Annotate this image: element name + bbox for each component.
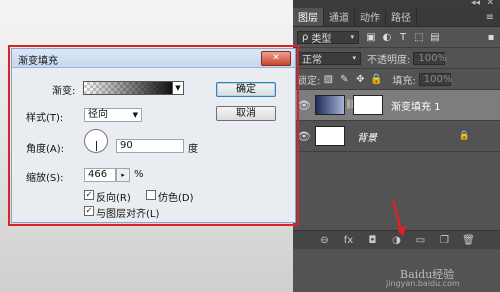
type-filter-icon[interactable]: T xyxy=(395,30,411,44)
scale-label: 缩放(S): xyxy=(26,173,64,184)
smart-object-filter-icon[interactable]: ▤ xyxy=(427,30,443,44)
reverse-label: 反向(R) xyxy=(96,193,131,204)
collapse-panel-icon[interactable]: ◂◂ xyxy=(471,0,480,8)
tab-paths[interactable]: 路径 xyxy=(386,8,417,26)
new-layer-icon[interactable]: ❐ xyxy=(437,235,453,246)
lock-paint-icon[interactable]: ✎ xyxy=(336,72,352,86)
blend-mode-select[interactable]: 正常 ▾ xyxy=(297,51,361,66)
opacity-label: 不透明度: xyxy=(367,54,411,66)
background-thumbnail xyxy=(315,126,345,146)
angle-label: 角度(A): xyxy=(26,144,65,155)
style-label: 样式(T): xyxy=(26,113,64,124)
scale-input[interactable]: 466 xyxy=(84,168,116,182)
layer-mask-thumbnail xyxy=(353,95,383,115)
checkmark-icon: ✓ xyxy=(85,206,93,215)
lock-move-icon[interactable]: ✥ xyxy=(352,72,368,86)
red-arrow-annotation xyxy=(391,199,406,237)
style-value: 径向 xyxy=(88,109,108,120)
lock-all-icon[interactable]: 🔒 xyxy=(368,72,384,86)
fill-value: 100% xyxy=(423,73,453,85)
tab-layers[interactable]: 图层 xyxy=(293,8,324,26)
tab-channels[interactable]: 通道 xyxy=(324,8,355,26)
style-select[interactable]: 径向 ▼ xyxy=(84,108,142,122)
filter-toggle-icon[interactable]: ▪ xyxy=(486,30,496,44)
search-icon: ρ xyxy=(302,31,309,43)
ok-button[interactable]: 确定 xyxy=(216,82,276,97)
layer-row-gradient-fill[interactable]: 👁 ⛓ 渐变填充 1 xyxy=(293,90,500,121)
gradient-fill-dialog: 渐变填充 ✕ 渐变: ▼ 样式(T): 径向 ▼ 角度(A): 90 度 缩放(… xyxy=(11,48,296,223)
layer-name: 渐变填充 1 xyxy=(391,101,441,113)
gradient-picker-chevron-icon[interactable]: ▼ xyxy=(172,81,184,95)
lock-row: 锁定: ▧ ✎ ✥ 🔒 填充: 100% xyxy=(293,69,500,90)
tab-actions[interactable]: 动作 xyxy=(355,8,386,26)
chevron-down-icon: ▾ xyxy=(350,33,354,41)
lock-transparent-icon[interactable]: ▧ xyxy=(320,72,336,86)
gradient-label: 渐变: xyxy=(52,86,76,97)
pixel-filter-icon[interactable]: ▣ xyxy=(363,30,379,44)
link-icon[interactable]: ⛓ xyxy=(345,100,356,110)
dialog-titlebar: 渐变填充 ✕ xyxy=(12,49,295,68)
close-panel-icon[interactable]: ✕ xyxy=(486,0,494,8)
align-with-layer-label: 与图层对齐(L) xyxy=(96,209,160,220)
fill-label: 填充: xyxy=(392,75,416,87)
adjustment-filter-icon[interactable]: ◐ xyxy=(379,30,395,44)
align-with-layer-checkbox[interactable]: ✓ xyxy=(84,206,94,216)
dither-label: 仿色(D) xyxy=(158,193,194,204)
scale-value: 466 xyxy=(88,169,108,180)
reverse-checkbox[interactable]: ✓ xyxy=(84,190,94,200)
layer-style-icon[interactable]: fx xyxy=(341,235,357,246)
lock-label: 锁定: xyxy=(297,75,321,87)
blend-mode-value: 正常 xyxy=(302,54,322,66)
cancel-button[interactable]: 取消 xyxy=(216,106,276,121)
dither-checkbox[interactable] xyxy=(146,190,156,200)
lock-icon: 🔒 xyxy=(458,131,470,141)
angle-value: 90 xyxy=(120,140,133,151)
angle-input[interactable]: 90 xyxy=(116,139,184,153)
blend-row: 正常 ▾ 不透明度: 100% xyxy=(293,48,500,69)
angle-unit: 度 xyxy=(188,144,198,155)
chevron-down-icon: ▼ xyxy=(132,111,138,119)
watermark-url: jingyan.baidu.com xyxy=(386,279,460,288)
gradient-fill-thumbnail xyxy=(315,95,345,115)
fill-input[interactable]: 100% xyxy=(418,72,453,86)
checkmark-icon: ✓ xyxy=(85,190,93,199)
chevron-down-icon: ▾ xyxy=(352,54,356,62)
opacity-value: 100% xyxy=(418,52,447,64)
close-button[interactable]: ✕ xyxy=(261,51,291,66)
gradient-preview[interactable] xyxy=(83,81,173,95)
opacity-input[interactable]: 100% xyxy=(413,51,447,65)
scale-slider-arrow-icon[interactable]: ▸ xyxy=(116,168,130,182)
trash-icon[interactable]: 🗑 xyxy=(461,235,477,246)
layer-row-background[interactable]: 👁 背景 🔒 xyxy=(293,121,500,152)
scale-unit: % xyxy=(134,169,144,180)
layer-filter-select[interactable]: ρ 类型 ▾ xyxy=(297,30,359,45)
add-mask-icon[interactable]: ◘ xyxy=(365,235,381,246)
new-group-icon[interactable]: ▭ xyxy=(413,235,429,246)
link-layers-icon[interactable]: ⊖ xyxy=(317,235,333,246)
angle-dial[interactable] xyxy=(84,129,108,153)
filter-row: ρ 类型 ▾ ▣ ◐ T ⬚ ▤ ▪ xyxy=(293,27,500,48)
panel-menu-icon[interactable]: ≡ xyxy=(486,12,494,23)
dialog-title: 渐变填充 xyxy=(18,56,58,67)
shape-filter-icon[interactable]: ⬚ xyxy=(411,30,427,44)
panel-tabs: 图层 通道 动作 路径 ≡ xyxy=(293,8,500,27)
filter-type-label: 类型 xyxy=(311,33,332,45)
layers-panel: ◂◂ ✕ 图层 通道 动作 路径 ≡ ρ 类型 ▾ ▣ ◐ T ⬚ ▤ ▪ 正常… xyxy=(293,0,500,292)
layer-name: 背景 xyxy=(357,132,377,144)
